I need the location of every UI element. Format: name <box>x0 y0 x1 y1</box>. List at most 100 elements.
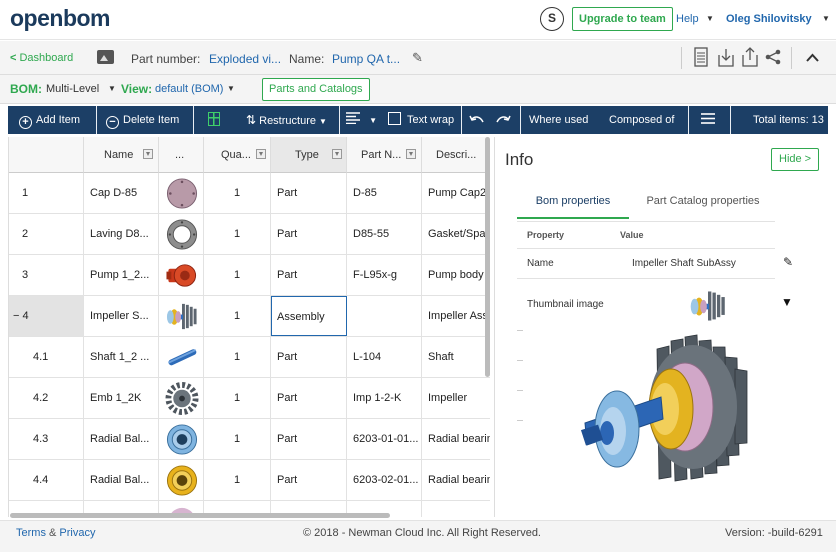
cell-description[interactable] <box>422 501 490 517</box>
image-icon[interactable] <box>97 50 114 64</box>
filter-icon[interactable] <box>143 149 153 159</box>
avatar[interactable]: S <box>540 7 564 31</box>
cell-thumbnail[interactable] <box>159 419 204 459</box>
part-number-value[interactable]: Exploded vi... <box>209 52 281 66</box>
cell-name[interactable]: Shaft 1_2 ... <box>84 337 159 377</box>
cell-thumbnail[interactable] <box>159 296 204 336</box>
cell-type[interactable]: Part <box>271 460 347 500</box>
cell-type[interactable]: Part <box>271 214 347 254</box>
cell-quantity[interactable]: 1 <box>204 214 271 254</box>
cell-name[interactable]: Radial Bal... <box>84 460 159 500</box>
cell-quantity[interactable]: 1 <box>204 296 271 336</box>
table-row[interactable]: 4.3 Radial Bal... 1 Part 6203-01-01... R… <box>9 419 490 460</box>
filter-icon[interactable] <box>256 149 266 159</box>
cell-thumbnail[interactable] <box>159 173 204 213</box>
bom-type-select[interactable]: Multi-Level <box>46 83 99 95</box>
cell-type[interactable]: Part <box>271 173 347 213</box>
cell-thumbnail[interactable] <box>159 214 204 254</box>
table-row[interactable]: 2 Laving D8... 1 Part D85-55 Gasket/Spa.… <box>9 214 490 255</box>
cell-part-number[interactable]: 6203-01-01... <box>347 419 422 459</box>
table-row[interactable]: 3 Pump 1_2... 1 Part F-L95x-g Pump body <box>9 255 490 296</box>
cell-part-number[interactable] <box>347 296 422 336</box>
column-header-quantity[interactable]: Qua... <box>204 137 271 173</box>
help-menu[interactable]: Help <box>676 13 699 25</box>
cell-part-number[interactable]: 6203-02-01... <box>347 460 422 500</box>
cell-thumbnail[interactable] <box>159 337 204 377</box>
delete-item-button[interactable]: − Delete Item <box>106 106 179 134</box>
align-menu-button[interactable]: ▼ <box>346 106 377 134</box>
edit-pencil-icon[interactable]: ✎ <box>412 50 423 66</box>
cell-type[interactable]: Part <box>271 378 347 418</box>
chevron-down-icon[interactable]: ▼ <box>227 84 235 93</box>
cell-description[interactable]: Gasket/Spa... <box>422 214 490 254</box>
tab-bom-properties[interactable]: Bom properties <box>517 189 629 219</box>
cell-type[interactable]: Part <box>271 255 347 295</box>
cell-thumbnail[interactable] <box>159 255 204 295</box>
chevron-down-icon[interactable]: ▼ <box>108 84 116 93</box>
cell-name[interactable]: Emb 1_2K <box>84 378 159 418</box>
cell-description[interactable]: Pump Cap2 <box>422 173 490 213</box>
cell-description[interactable]: Shaft <box>422 337 490 377</box>
dashboard-link[interactable]: < Dashboard <box>10 52 73 64</box>
grid-vertical-scrollbar[interactable] <box>485 137 490 377</box>
cell-name[interactable]: Laving D8... <box>84 214 159 254</box>
view-select[interactable]: default (BOM) <box>155 83 223 95</box>
grid-horizontal-scrollbar[interactable] <box>10 513 390 518</box>
restructure-button[interactable]: ⇅ Restructure ▼ <box>246 106 327 134</box>
privacy-link[interactable]: Privacy <box>59 527 95 539</box>
cell-quantity[interactable]: 1 <box>204 255 271 295</box>
cell-part-number[interactable]: L-104 <box>347 337 422 377</box>
filter-icon[interactable] <box>332 149 342 159</box>
table-row[interactable]: 4.2 Emb 1_2K 1 Part Imp 1-2-K Impeller <box>9 378 490 419</box>
table-row[interactable]: 1 Cap D-85 1 Part D-85 Pump Cap2 <box>9 173 490 214</box>
share-upload-icon[interactable] <box>742 46 758 67</box>
property-name-value[interactable]: Impeller Shaft SubAssy <box>632 258 736 269</box>
text-wrap-toggle[interactable]: Text wrap <box>388 106 454 134</box>
cell-quantity[interactable]: 1 <box>204 378 271 418</box>
terms-link[interactable]: Terms <box>16 527 46 539</box>
cell-thumbnail[interactable] <box>159 378 204 418</box>
hamburger-menu-button[interactable] <box>701 106 715 134</box>
chevron-down-icon[interactable]: ▼ <box>706 14 714 23</box>
row-number[interactable]: − 4 <box>9 296 84 336</box>
edit-pencil-icon[interactable]: ✎ <box>783 255 793 269</box>
collapse-triangle-icon[interactable]: ▼ <box>781 295 793 309</box>
text-wrap-checkbox[interactable] <box>388 112 401 125</box>
cell-description[interactable]: Impeller <box>422 378 490 418</box>
cell-thumbnail[interactable] <box>159 460 204 500</box>
column-header-type[interactable]: Type <box>271 137 347 173</box>
table-row[interactable]: 4.1 Shaft 1_2 ... 1 Part L-104 Shaft <box>9 337 490 378</box>
cell-type[interactable]: Part <box>271 419 347 459</box>
thumbnail-preview-small[interactable] <box>687 287 729 325</box>
cell-part-number[interactable]: F-L95x-g <box>347 255 422 295</box>
parts-and-catalogs-button[interactable]: Parts and Catalogs <box>262 78 370 101</box>
user-menu[interactable]: Oleg Shilovitsky <box>726 13 812 25</box>
hide-info-button[interactable]: Hide > <box>771 148 820 171</box>
share-icon[interactable] <box>765 49 781 65</box>
redo-button[interactable] <box>495 106 511 134</box>
cell-name[interactable]: Cap D-85 <box>84 173 159 213</box>
filter-icon[interactable] <box>406 149 416 159</box>
cell-part-number[interactable]: Imp 1-2-K <box>347 378 422 418</box>
grid-view-button[interactable] <box>208 106 220 134</box>
column-header-name[interactable]: Name <box>84 137 159 173</box>
name-value[interactable]: Pump QA t... <box>332 52 400 66</box>
cell-description[interactable]: Impeller Assy <box>422 296 490 336</box>
download-icon[interactable] <box>718 47 734 67</box>
document-icon[interactable] <box>694 47 708 67</box>
column-header-description[interactable]: Descri... <box>422 137 490 173</box>
cell-type-selected[interactable]: Assembly <box>271 296 347 336</box>
cell-quantity[interactable]: 1 <box>204 337 271 377</box>
cell-description[interactable]: Radial bearin <box>422 460 490 500</box>
chevron-up-icon[interactable] <box>806 53 819 62</box>
composed-of-button[interactable]: Composed of <box>609 106 674 134</box>
cell-name[interactable]: Pump 1_2... <box>84 255 159 295</box>
table-row[interactable]: 4.4 Radial Bal... 1 Part 6203-02-01... R… <box>9 460 490 501</box>
undo-button[interactable] <box>469 106 485 134</box>
cell-type[interactable]: Part <box>271 337 347 377</box>
cell-part-number[interactable]: D85-55 <box>347 214 422 254</box>
upgrade-button[interactable]: Upgrade to team <box>572 7 673 31</box>
cell-quantity[interactable]: 1 <box>204 419 271 459</box>
cell-name[interactable]: Impeller S... <box>84 296 159 336</box>
cell-name[interactable]: Radial Bal... <box>84 419 159 459</box>
